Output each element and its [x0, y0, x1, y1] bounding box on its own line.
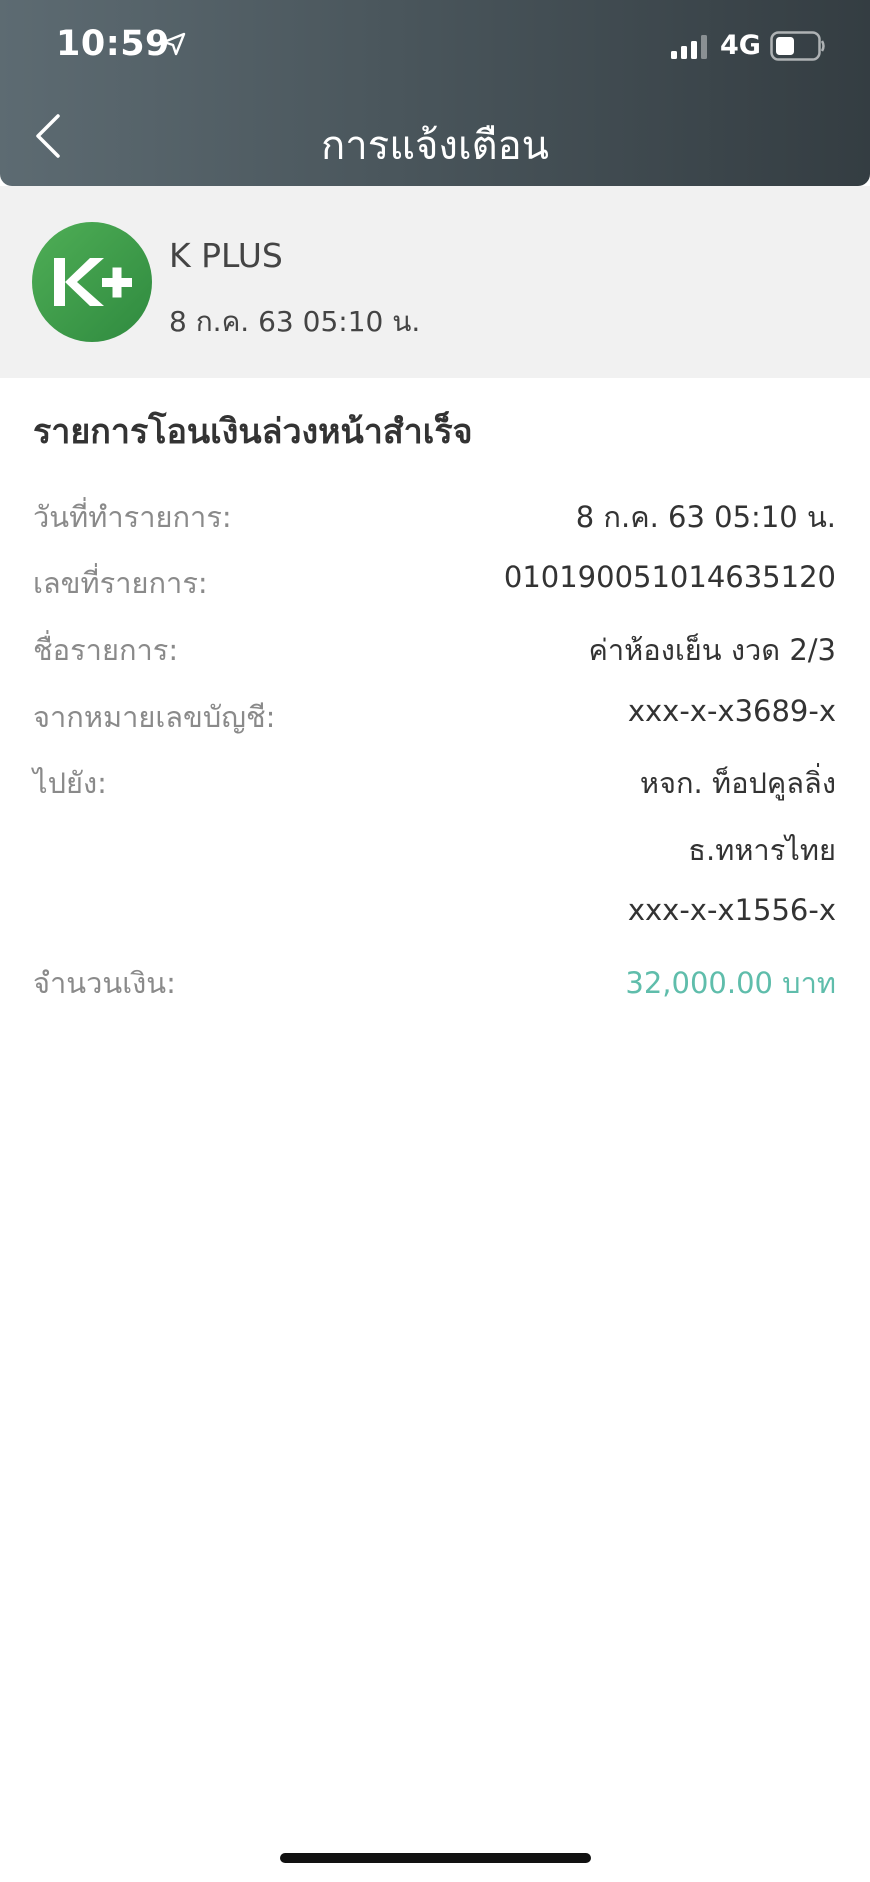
amount-label: จำนวนเงิน: [33, 966, 176, 1000]
amount-value: 32,000.00 บาท [625, 966, 836, 1000]
page-title: การแจ้งเตือน [321, 123, 549, 169]
to-label: ไปยัง: [33, 766, 107, 800]
to-bank-name: ธ.ทหารไทย [688, 833, 836, 867]
transaction-name-value: ค่าห้องเย็น งวด 2/3 [588, 633, 837, 667]
sender-timestamp: 8 ก.ค. 63 05:10 น. [169, 305, 421, 338]
transaction-date-label: วันที่ทำรายการ: [33, 500, 232, 534]
navigation-bar: การแจ้งเตือน [0, 96, 870, 186]
transaction-name-label: ชื่อรายการ: [33, 633, 179, 667]
transaction-number-label: เลขที่รายการ: [33, 566, 208, 600]
to-recipient-name: หจก. ท็อปคูลลิ่ง [639, 766, 836, 800]
from-account-value: xxx-x-x3689-x [627, 694, 836, 728]
cellular-signal-icon [671, 35, 707, 59]
sender-header: K PLUS 8 ก.ค. 63 05:10 น. [0, 186, 870, 378]
status-time: 10:59 [56, 24, 170, 64]
home-indicator[interactable] [280, 1853, 591, 1863]
battery-icon [770, 31, 825, 61]
notification-detail-screen: 10:59 4G การแจ้งเตือน K PLUS 8 ก.ค. 63 0… [0, 0, 870, 1882]
to-account-number: xxx-x-x1556-x [627, 893, 836, 927]
sender-name: K PLUS [169, 236, 283, 275]
top-bar: 10:59 4G การแจ้งเตือน [0, 0, 870, 186]
transaction-date-value: 8 ก.ค. 63 05:10 น. [575, 500, 836, 534]
message-title: รายการโอนเงินล่วงหน้าสำเร็จ [33, 412, 473, 452]
network-type: 4G [720, 30, 761, 61]
location-arrow-icon [162, 32, 186, 56]
kplus-logo-icon [32, 222, 152, 342]
transaction-number-value: 010190051014635120 [503, 560, 836, 594]
status-bar: 10:59 4G [0, 0, 870, 96]
from-account-label: จากหมายเลขบัญชี: [33, 700, 276, 734]
